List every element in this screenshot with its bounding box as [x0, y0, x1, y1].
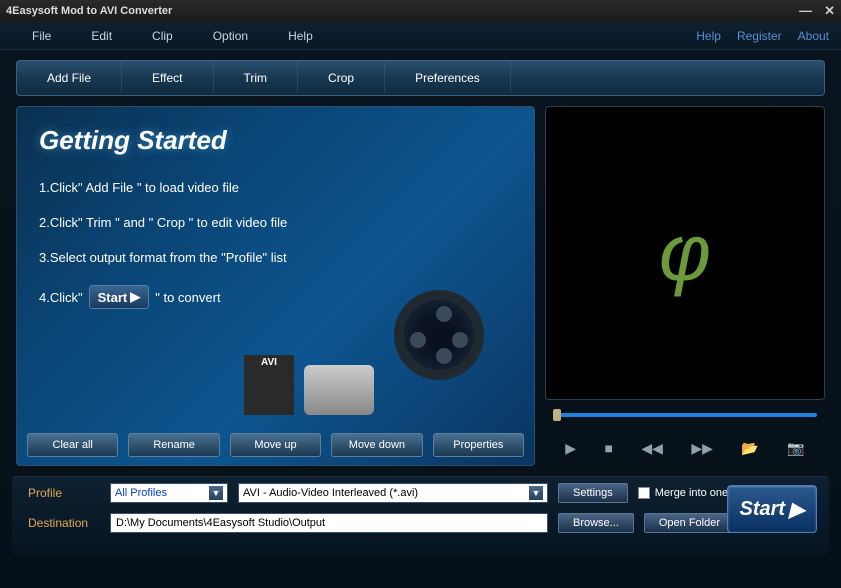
profile-label: Profile — [28, 486, 100, 500]
minimize-button[interactable]: — — [799, 3, 812, 19]
stop-button[interactable]: ■ — [604, 440, 612, 456]
close-button[interactable]: ✕ — [824, 3, 835, 19]
preview-panel: φ ▶ ■ ◀◀ ▶▶ 📂 📷 — [545, 106, 825, 466]
logo-icon: φ — [659, 207, 711, 299]
slider-thumb[interactable] — [553, 409, 561, 421]
destination-label: Destination — [28, 516, 100, 530]
profile-filter-combo[interactable]: All Profiles ▼ — [110, 483, 228, 503]
profile-value: AVI - Audio-Video Interleaved (*.avi) — [243, 487, 418, 499]
guide-step-3: 3.Select output format from the "Profile… — [39, 250, 512, 265]
window-title: 4Easysoft Mod to AVI Converter — [6, 5, 799, 17]
preferences-button[interactable]: Preferences — [385, 63, 511, 93]
clear-all-button[interactable]: Clear all — [27, 433, 118, 457]
menu-option[interactable]: Option — [193, 25, 268, 47]
step4-post: " to convert — [155, 290, 220, 305]
chevron-down-icon: ▼ — [209, 486, 223, 500]
bottom-form: Profile All Profiles ▼ AVI - Audio-Video… — [12, 476, 829, 555]
prev-button[interactable]: ◀◀ — [641, 440, 663, 457]
inline-start-icon: Start▶ — [89, 285, 150, 309]
snapshot-button[interactable]: 📷 — [787, 440, 804, 457]
start-button[interactable]: Start ▶ — [727, 485, 817, 533]
avi-file-icon: AVI — [244, 355, 294, 415]
browse-button[interactable]: Browse... — [558, 513, 634, 533]
start-label: Start — [740, 498, 786, 521]
merge-checkbox[interactable] — [638, 487, 650, 499]
play-button[interactable]: ▶ — [565, 440, 576, 457]
profile-combo[interactable]: AVI - Audio-Video Interleaved (*.avi) ▼ — [238, 483, 548, 503]
play-icon: ▶ — [789, 497, 804, 522]
toolbar: Add File Effect Trim Crop Preferences — [16, 60, 825, 96]
camcorder-icon — [304, 365, 374, 415]
menu-edit[interactable]: Edit — [71, 25, 132, 47]
step4-pre: 4.Click" — [39, 290, 83, 305]
destination-input[interactable] — [110, 513, 548, 533]
open-media-button[interactable]: 📂 — [741, 440, 758, 457]
menu-clip[interactable]: Clip — [132, 25, 193, 47]
trim-button[interactable]: Trim — [214, 63, 299, 93]
settings-button[interactable]: Settings — [558, 483, 628, 503]
guide-step-1: 1.Click" Add File " to load video file — [39, 180, 512, 195]
rename-button[interactable]: Rename — [128, 433, 219, 457]
preview-video[interactable]: φ — [545, 106, 825, 400]
menu-file[interactable]: File — [12, 25, 71, 47]
help-link[interactable]: Help — [696, 29, 721, 43]
content-panel: Getting Started 1.Click" Add File " to l… — [16, 106, 535, 466]
menu-help[interactable]: Help — [268, 25, 333, 47]
open-folder-button[interactable]: Open Folder — [644, 513, 735, 533]
film-reel-icon — [394, 290, 514, 410]
register-link[interactable]: Register — [737, 29, 782, 43]
move-up-button[interactable]: Move up — [230, 433, 321, 457]
chevron-down-icon: ▼ — [529, 486, 543, 500]
add-file-button[interactable]: Add File — [17, 63, 122, 93]
crop-button[interactable]: Crop — [298, 63, 385, 93]
about-link[interactable]: About — [798, 29, 829, 43]
progress-slider[interactable] — [553, 413, 817, 417]
next-button[interactable]: ▶▶ — [691, 440, 713, 457]
menubar: File Edit Clip Option Help Help Register… — [0, 22, 841, 50]
titlebar: 4Easysoft Mod to AVI Converter — ✕ — [0, 0, 841, 22]
properties-button[interactable]: Properties — [433, 433, 524, 457]
guide-title: Getting Started — [39, 125, 512, 156]
effect-button[interactable]: Effect — [122, 63, 213, 93]
move-down-button[interactable]: Move down — [331, 433, 422, 457]
guide-step-2: 2.Click" Trim " and " Crop " to edit vid… — [39, 215, 512, 230]
profile-filter-value: All Profiles — [115, 487, 167, 499]
